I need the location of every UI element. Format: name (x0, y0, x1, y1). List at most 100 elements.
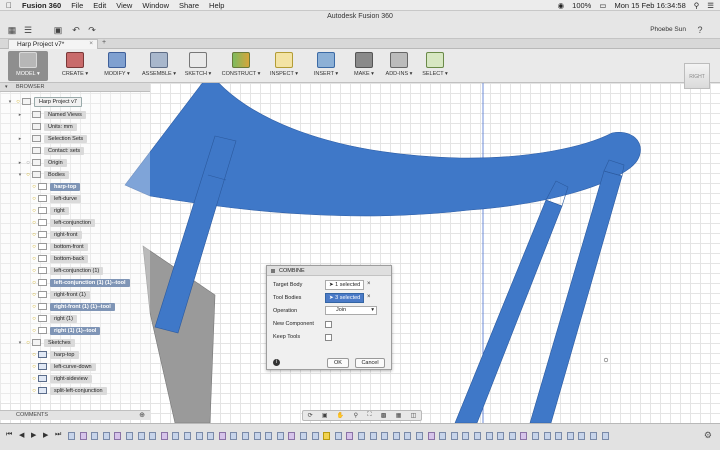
visibility-icon[interactable]: ○ (30, 364, 38, 370)
file-menu-icon[interactable]: ☰ (22, 25, 34, 35)
tree-sketch-item[interactable]: ○ split-left-conjunction (30, 385, 107, 396)
go-to-end-icon[interactable]: ⏭ (55, 431, 61, 439)
visibility-icon[interactable]: ○ (30, 244, 38, 250)
timeline-feature[interactable] (265, 432, 273, 440)
tree-body-item[interactable]: ○ bottom-back (30, 253, 89, 264)
timeline-feature[interactable] (462, 432, 470, 440)
timeline-feature[interactable] (508, 432, 516, 440)
modify-menu[interactable]: MODIFY ▾ (100, 51, 134, 81)
menu-file[interactable]: File (71, 1, 83, 10)
insert-menu[interactable]: INSERT ▾ (306, 51, 346, 81)
document-tab[interactable]: Harp Project v7* × (8, 39, 98, 49)
make-menu[interactable]: MAKE ▾ (350, 51, 378, 81)
menu-window[interactable]: Window (142, 1, 169, 10)
help-icon[interactable]: ? (694, 25, 706, 35)
timeline-feature[interactable] (450, 432, 458, 440)
visibility-icon[interactable]: ○ (30, 232, 38, 238)
viewports-icon[interactable]: ◫ (411, 412, 417, 419)
timeline-feature[interactable] (334, 432, 342, 440)
menu-view[interactable]: View (116, 1, 132, 10)
menu-app-name[interactable]: Fusion 360 (22, 1, 61, 10)
operation-dropdown[interactable]: Join ▾ (325, 306, 377, 315)
visibility-icon[interactable]: ○ (30, 376, 38, 382)
add-comment-icon[interactable]: ⊕ (139, 411, 145, 420)
timeline-feature[interactable] (102, 432, 110, 440)
tree-units[interactable]: Units: mm (16, 121, 77, 132)
user-name[interactable]: Phoebe Sun (650, 26, 686, 33)
timeline-feature[interactable] (184, 432, 191, 440)
menu-share[interactable]: Share (179, 1, 199, 10)
grid-settings-icon[interactable]: ▦ (396, 412, 402, 419)
visibility-icon[interactable]: ○ (30, 220, 38, 226)
left-conjunction-body[interactable] (154, 135, 237, 334)
comments-panel[interactable]: COMMENTS ⊕ (0, 410, 150, 420)
combine-header[interactable]: COMBINE (267, 266, 391, 276)
close-tab-icon[interactable]: × (89, 40, 93, 47)
fit-icon[interactable]: ⛶ (367, 412, 371, 419)
expand-icon[interactable]: ▸ (16, 136, 24, 142)
expand-icon[interactable]: ▾ (16, 340, 24, 346)
timeline-feature[interactable] (207, 432, 215, 440)
timeline-feature[interactable] (578, 432, 586, 440)
wifi-icon[interactable]: ◉ (558, 1, 565, 10)
menu-edit[interactable]: Edit (93, 1, 106, 10)
timeline-feature[interactable] (68, 432, 75, 440)
timeline-feature[interactable] (311, 432, 319, 440)
step-back-icon[interactable]: ◀ (19, 431, 24, 439)
workspace-switcher[interactable]: MODEL ▾ (8, 51, 48, 81)
new-component-checkbox[interactable] (325, 321, 332, 328)
select-menu[interactable]: SELECT ▾ (420, 51, 450, 81)
right-body[interactable] (529, 170, 623, 424)
tree-named-views[interactable]: ▸ Named Views (16, 109, 86, 120)
visibility-icon[interactable]: ○ (30, 268, 38, 274)
info-icon[interactable]: i (273, 359, 280, 366)
tree-body-item[interactable]: ○ left-conjunction (1) (30, 265, 104, 276)
tree-bodies[interactable]: ▾ ○ Bodies (16, 169, 69, 180)
timeline-feature[interactable] (172, 432, 180, 440)
tree-body-item[interactable]: ○ left-conjunction (30, 217, 95, 228)
assemble-menu[interactable]: ASSEMBLE ▾ (140, 51, 178, 81)
timeline-feature[interactable] (160, 432, 168, 440)
tree-body-item[interactable]: ○ right (1) (1)--tool (30, 325, 101, 336)
tree-body-item[interactable]: ○ left-durve (30, 193, 81, 204)
save-icon[interactable]: ▣ (52, 25, 64, 35)
tree-sketch-item[interactable]: ○ right-sideview (30, 373, 92, 384)
timeline-feature[interactable] (242, 432, 249, 440)
expand-icon[interactable]: ▸ (16, 160, 24, 166)
view-cube[interactable]: RIGHT (684, 63, 710, 89)
visibility-icon[interactable]: ○ (30, 280, 38, 286)
timeline-feature[interactable] (520, 432, 528, 440)
visibility-icon[interactable]: ○ (24, 340, 32, 346)
display-settings-icon[interactable]: ▩ (381, 412, 387, 419)
harp-top-body[interactable] (124, 72, 641, 217)
timeline-feature[interactable] (253, 432, 261, 440)
expand-icon[interactable]: ▾ (6, 99, 14, 105)
timeline-feature[interactable] (300, 432, 307, 440)
collapse-icon[interactable]: ▾ (5, 83, 8, 92)
grid-menu-icon[interactable]: ▦ (6, 25, 18, 35)
tool-bodies-button[interactable]: ➤ 3 selected (325, 293, 365, 303)
go-to-start-icon[interactable]: ⏮ (6, 431, 12, 439)
inspect-menu[interactable]: INSPECT ▾ (268, 51, 300, 81)
timeline-feature[interactable] (369, 432, 377, 440)
battery-percent[interactable]: 100% (572, 1, 591, 10)
timeline-feature[interactable] (381, 432, 389, 440)
tree-selection-sets[interactable]: ▸ Selection Sets (16, 133, 88, 144)
visibility-icon[interactable]: ○ (30, 352, 38, 358)
look-at-icon[interactable]: ▣ (322, 412, 328, 419)
tree-root[interactable]: ▾ ○ Harp Project v7 (6, 96, 82, 107)
expand-icon[interactable]: ▾ (16, 172, 24, 178)
timeline-feature[interactable] (230, 432, 238, 440)
visibility-icon[interactable]: ○ (30, 316, 38, 322)
ok-button[interactable]: OK (327, 358, 349, 368)
right-front-body[interactable] (454, 199, 563, 424)
tree-origin[interactable]: ▸ ○ Origin (16, 157, 67, 168)
timeline-feature[interactable] (79, 432, 87, 440)
gear-icon[interactable]: ⚙ (704, 430, 712, 441)
timeline-feature[interactable] (91, 432, 99, 440)
visibility-icon[interactable]: ○ (30, 304, 38, 310)
zoom-icon[interactable]: ⚲ (354, 412, 358, 419)
timeline-feature[interactable] (218, 432, 226, 440)
browser-header[interactable]: ▾ BROWSER (0, 83, 150, 92)
target-body-select[interactable]: ➤ 1 selected (325, 280, 365, 290)
